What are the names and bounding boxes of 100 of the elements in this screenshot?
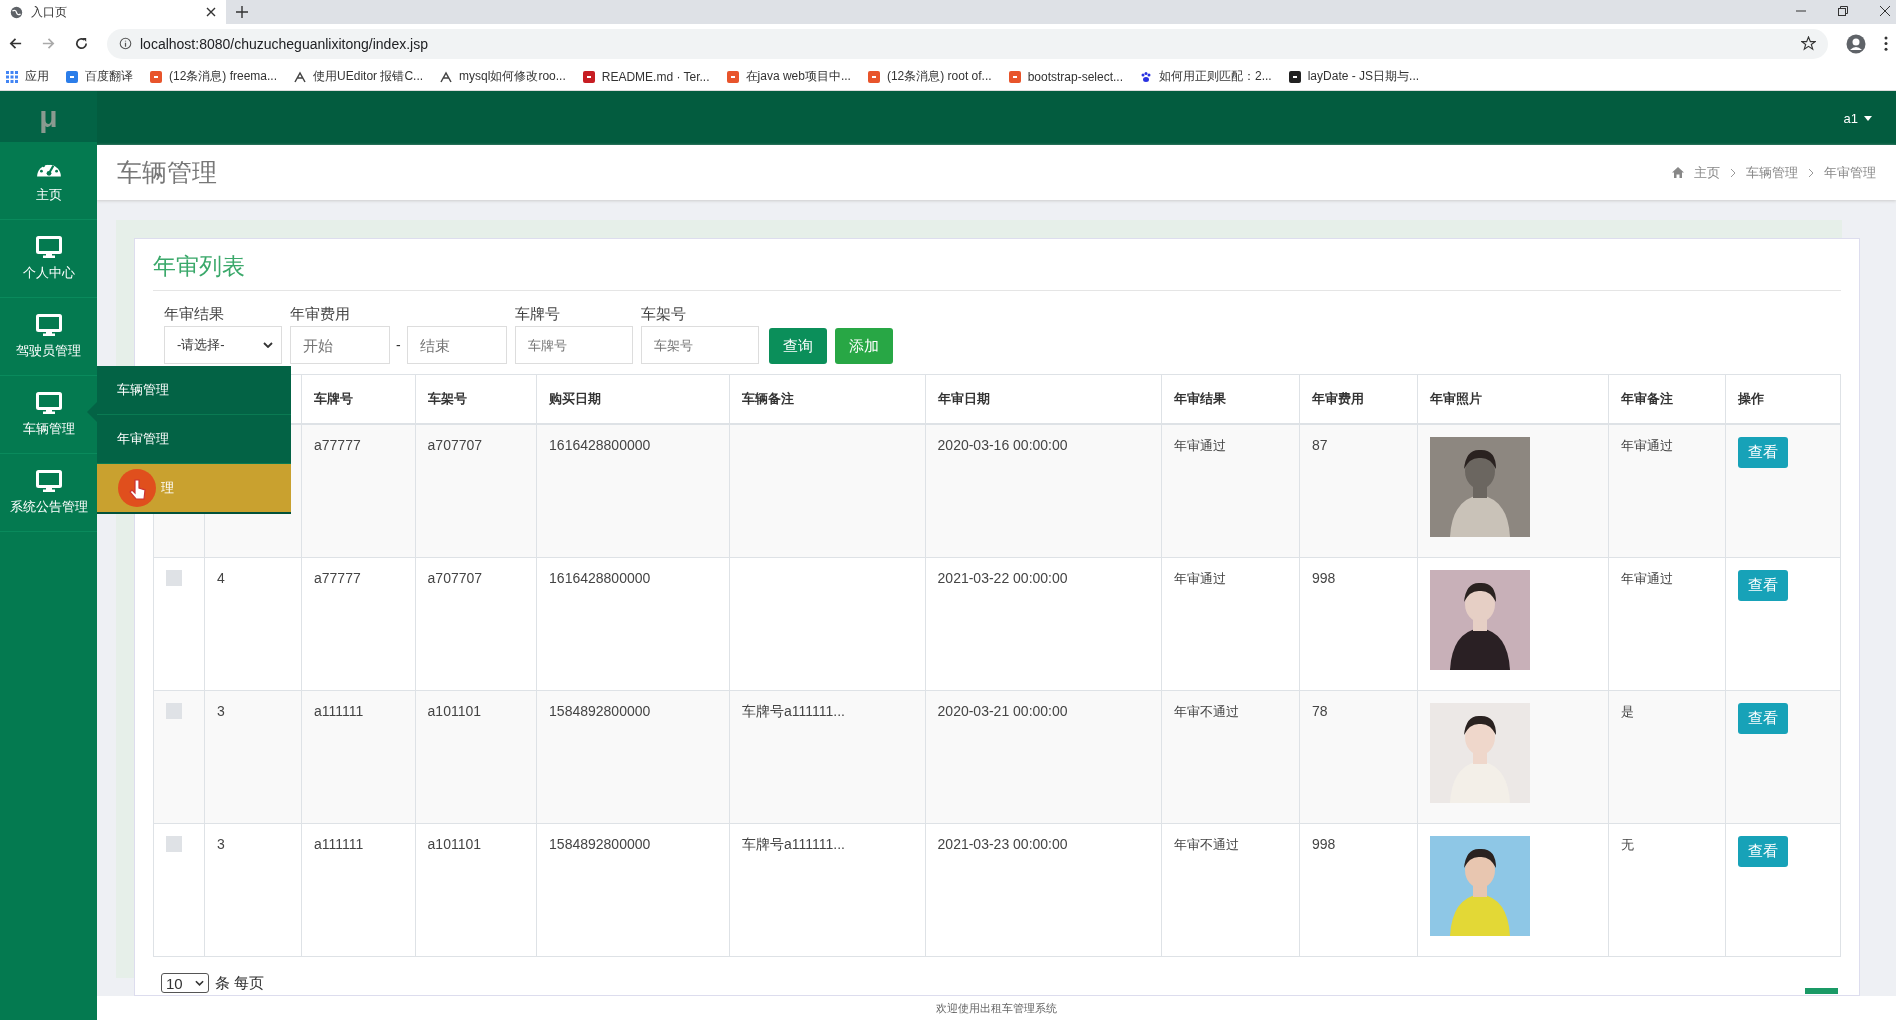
table-cell: 车牌号a111111... [742,836,845,852]
back-icon[interactable] [8,36,23,51]
frame-field[interactable]: 车架号 [640,326,759,364]
table-cell: a77777 [314,570,361,586]
chevron-down-icon [195,980,204,986]
menu-icon[interactable] [1884,36,1888,51]
result-select[interactable]: -请选择- [164,326,282,364]
table-cell: 年审不通过 [1174,704,1240,719]
logo: μ [0,91,97,142]
site-icon [582,70,595,83]
filter-label: 车牌号 [514,305,561,324]
table-cell: 3 [217,703,225,719]
breadcrumb-link[interactable]: 车辆管理 [1746,163,1798,182]
table-cell: 998 [1311,570,1336,586]
table-cell: 1584892800000 [549,836,651,852]
bookmark[interactable]: 应用 [6,68,49,85]
close-icon[interactable] [206,7,216,17]
reload-icon[interactable] [74,36,89,51]
table-cell: 无 [1620,837,1634,852]
table-cell: 2020-03-16 00:00:00 [937,437,1068,453]
bookmark[interactable]: (12条消息) root of... [867,68,992,85]
chevron-icon [1730,167,1736,178]
site-icon [1008,70,1021,83]
plate-field[interactable]: 车牌号 [514,326,633,364]
page-size-label: 条 每页 [215,973,265,993]
table-cell: 1616428800000 [549,570,651,586]
apps-grid-icon [6,70,18,83]
caret-icon [1864,115,1872,121]
monitor-icon [35,313,62,336]
table-cell: 1584892800000 [549,703,651,719]
table-cell: 998 [1311,836,1336,852]
range-separator: - [396,337,401,353]
breadcrumb-link[interactable]: 主页 [1694,163,1720,182]
filter-label: 车架号 [640,305,687,324]
new-tab-icon[interactable] [236,6,248,18]
globe-icon [10,5,23,19]
bookmark[interactable]: 使用UEditor 报错C... [294,68,424,85]
table-cell: 78 [1311,703,1328,719]
table-cell: a111111 [314,836,364,852]
site-icon [726,70,739,83]
table-cell: 年审通过 [1174,571,1227,586]
table-cell: 车牌号a111111... [742,703,845,719]
table-cell: 年审不通过 [1174,837,1240,852]
site-icon [66,70,78,83]
bookmark[interactable]: 百度翻译 [66,68,133,85]
table-cell: 2020-03-21 00:00:00 [937,703,1068,719]
account-icon[interactable] [1846,33,1866,54]
site-icon [867,70,880,83]
row-checkbox[interactable] [166,570,182,586]
table-cell: a707707 [427,437,483,453]
filter-label: 年审费用 [290,305,351,324]
chevron-down-icon [263,342,273,348]
row-checkbox[interactable] [166,836,182,852]
restore-icon[interactable] [1838,6,1848,16]
bookmark[interactable]: 如何用正则匹配：2... [1140,68,1272,85]
table-cell: a101101 [427,836,482,852]
bookmark[interactable]: bootstrap-select... [1008,69,1123,84]
breadcrumb-current: 年审管理 [1824,163,1876,182]
cursor-icon [117,468,157,508]
bookmark[interactable]: (12条消息) freema... [150,68,278,85]
star-icon[interactable] [1801,36,1816,51]
table-cell: a101101 [427,703,482,719]
table-cell: 87 [1311,437,1328,453]
table-cell: 2021-03-23 00:00:00 [937,836,1068,852]
footer-text: 欢迎使用出租车管理系统 [936,1000,1057,1016]
table-cell: 1616428800000 [549,437,651,453]
row-checkbox[interactable] [166,703,182,719]
user-menu[interactable]: a1 [1843,110,1872,126]
site-icon [150,70,162,83]
table-cell: 年审通过 [1174,438,1227,453]
table-cell: a707707 [427,570,483,586]
bookmark[interactable]: mysql如何修改roo... [440,68,566,85]
site-icon [1288,70,1301,83]
bookmark[interactable]: layDate - JS日期与... [1288,68,1420,85]
fee-to-field[interactable]: 结束 [406,326,507,364]
table-cell: 年审通过 [1620,438,1673,453]
filter-label: 年审结果 [164,305,225,324]
table-cell: 3 [217,836,225,852]
info-icon [119,37,132,50]
bookmark[interactable]: README.md · Ter... [582,69,710,84]
browser-tab[interactable]: 入口页 [0,0,226,24]
page-title: 车辆管理 [117,157,217,188]
close-icon[interactable] [1880,6,1890,16]
monitor-icon [35,391,62,414]
home-icon [1672,167,1684,178]
bookmark[interactable]: 在java web项目中... [726,68,851,85]
fee-from-field[interactable]: 开始 [290,326,390,364]
monitor-icon [35,235,62,258]
table-cell: 4 [217,570,225,586]
chevron-icon [1808,167,1814,178]
address-field[interactable]: localhost:8080/chuzucheguanlixitong/index.jsp [107,28,1828,59]
table-cell: 是 [1620,704,1634,719]
search-button[interactable]: 查询 [768,328,827,364]
bookmark-icon [294,70,307,83]
table-cell: 2021-03-22 00:00:00 [937,570,1068,586]
card-title: 年审列表 [153,251,1841,291]
table-cell: 年审通过 [1620,571,1673,586]
monitor-icon [35,469,62,492]
page-size-select[interactable]: 10 [161,973,209,993]
table-cell: a77777 [314,437,361,453]
